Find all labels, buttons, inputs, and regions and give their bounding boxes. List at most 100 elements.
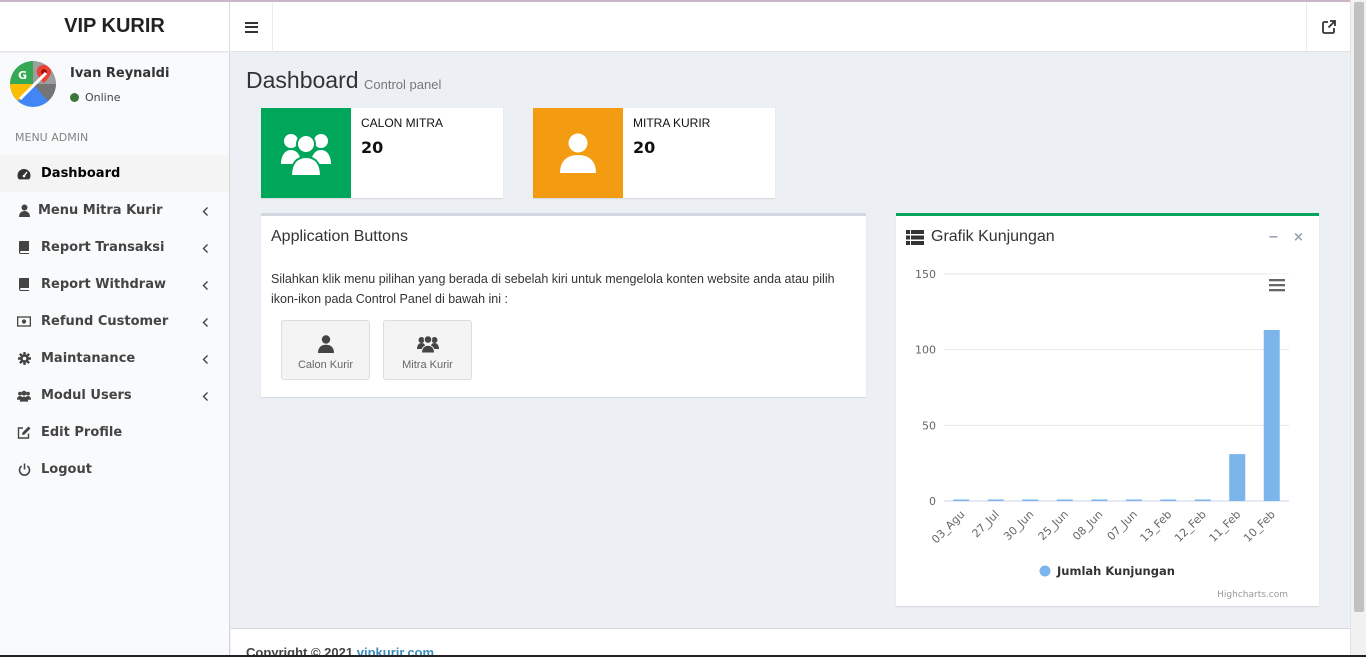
svg-text:G: G [18,69,27,82]
y-tick-label: 50 [922,419,936,432]
user-status-label: Online [85,91,121,104]
user-icon [560,133,596,173]
chart-bar[interactable] [1125,499,1142,501]
user-name: Ivan Reynaldi [70,66,170,81]
chart-bar[interactable] [987,499,1004,501]
chart-bar[interactable] [1194,499,1211,501]
book-icon [17,278,31,292]
calon-kurir-button[interactable]: Calon Kurir [281,320,370,380]
sidebar-item-logout[interactable]: Logout [0,451,229,488]
sidebar-item-label: Logout [41,462,92,477]
sidebar-item-label: Refund Customer [41,314,169,329]
chevron-left-icon [202,392,208,401]
chart-legend[interactable]: Jumlah Kunjungan [1039,564,1175,578]
chart-bar[interactable] [1229,454,1246,501]
chart-credits[interactable]: Highcharts.com [1217,590,1288,600]
grafik-kunjungan-box: Grafik Kunjungan − × 0 50 100 150 03_Agu 27_… [896,213,1319,606]
legend-label: Jumlah Kunjungan [1056,564,1175,578]
users-icon [17,389,31,403]
x-tick-label: 07_Jun [1105,508,1140,543]
sidebar-item-label: Modul Users [41,388,132,403]
chart-bar[interactable] [1022,499,1039,501]
page-scrollbar[interactable] [1350,0,1366,657]
x-tick-label: 11_Feb [1207,508,1244,545]
user-icon [17,204,31,218]
sidebar-item-edit-profile[interactable]: Edit Profile [0,414,229,451]
sidebar-item-maintanance[interactable]: Maintanance [0,340,229,377]
chart-x-ticks: 03_Agu 27_Jul 30_Jun 25_Jun 08_Jun 07_Jun13_F… [929,508,1278,546]
book-icon [17,241,31,255]
users-icon [416,335,439,353]
sidebar-item-menu-mitra-kurir[interactable]: Menu Mitra Kurir [0,192,229,229]
sidebar-item-report-withdraw[interactable]: Report Withdraw [0,266,229,303]
brand-logo[interactable]: VIP KURIR [0,2,230,52]
sidebar-item-label: Report Transaksi [41,240,165,255]
legend-marker [1039,565,1051,577]
x-tick-label: 03_Agu [929,508,967,546]
external-link-icon [1321,20,1336,34]
sidebar-toggle-button[interactable] [230,2,273,52]
chevron-left-icon [202,244,208,253]
users-icon [281,134,331,176]
scrollbar-thumb[interactable] [1354,2,1364,612]
footer: Copyright © 2021 vipkurir.com [231,628,1350,657]
chart-y-ticks: 0 50 100 150 [915,268,936,508]
sidebar-item-modul-users[interactable]: Modul Users [0,377,229,414]
page-subtitle: Control panel [364,77,442,92]
sidebar-item-label: Edit Profile [41,425,123,440]
app-description: Silahkan klik menu pilihan yang berada d… [271,272,835,306]
hamburger-icon [244,21,258,33]
chart-bar[interactable] [1056,499,1073,501]
infobox-value: 20 [633,138,656,157]
sidebar-item-label: Maintanance [41,351,136,366]
page-title: Dashboard [246,67,359,93]
x-tick-label: 25_Jun [1036,508,1071,543]
online-dot-icon [70,93,79,102]
sidebar-item-report-transaksi[interactable]: Report Transaksi [0,229,229,266]
visits-chart: 0 50 100 150 03_Agu 27_Jul 30_Jun 25_Jun 08_Jun… [915,268,1290,600]
sidebar-item-dashboard[interactable]: Dashboard [0,155,229,192]
menu-header: MENU ADMIN [15,131,89,144]
hamburger-icon [1269,279,1285,292]
user-icon [317,335,334,353]
top-navbar [230,2,1350,52]
chart-menu-button[interactable] [1266,274,1290,296]
sidebar-item-label: Menu Mitra Kurir [38,203,163,218]
app-button-label: Mitra Kurir [402,359,453,371]
user-status: Online [70,91,120,104]
x-tick-label: 08_Jun [1070,508,1105,543]
x-tick-label: 13_Feb [1138,508,1175,545]
chart-bar[interactable] [1091,499,1108,501]
chart-bars [953,329,1280,501]
user-panel: G Ivan Reynaldi Online [0,53,229,121]
x-tick-label: 27_Jul [969,508,1001,540]
y-tick-label: 100 [915,344,936,357]
sidebar-item-label: Dashboard [41,166,121,181]
infobox-icon-area [533,108,623,198]
infobox-label: CALON MITRA [361,116,444,130]
chevron-left-icon [202,207,208,216]
external-link-button[interactable] [1306,2,1350,52]
y-tick-label: 150 [915,268,936,281]
avatar: G [10,61,56,107]
infobox-mitra-kurir: MITRA KURIR 20 [533,108,775,198]
x-tick-label: 10_Feb [1241,508,1278,545]
chevron-left-icon [202,281,208,290]
dashboard-icon [17,167,31,181]
chevron-left-icon [202,355,208,364]
box-title: Application Buttons [271,228,408,245]
chart-bar[interactable] [1263,329,1280,501]
x-tick-label: 12_Feb [1172,508,1209,545]
chart-bar[interactable] [953,499,970,501]
x-tick-label: 30_Jun [1001,508,1036,543]
money-icon [17,315,31,329]
sidebar-item-label: Report Withdraw [41,277,166,292]
chevron-left-icon [202,318,208,327]
application-buttons-box: Application Buttons Silahkan klik menu p… [261,213,866,397]
sidebar: G Ivan Reynaldi Online MENU ADMIN Dashbo… [0,53,230,657]
gear-icon [17,352,31,366]
y-tick-label: 0 [929,495,936,508]
chart-bar[interactable] [1160,499,1177,501]
mitra-kurir-button[interactable]: Mitra Kurir [383,320,472,380]
sidebar-item-refund-customer[interactable]: Refund Customer [0,303,229,340]
